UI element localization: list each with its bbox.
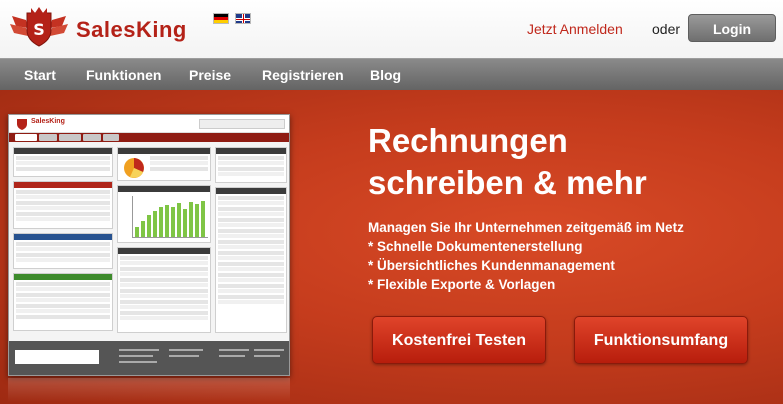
preview-panel-overdue	[13, 181, 113, 229]
preview-panel-top-customers	[117, 247, 211, 333]
brand-name: SalesKing	[76, 17, 187, 42]
nav-item-blog[interactable]: Blog	[370, 59, 401, 91]
hero-title-line2: schreiben & mehr	[368, 164, 647, 201]
feature-item: * Flexible Exporte & Vorlagen	[368, 277, 556, 292]
hero-section: SalesKing Rechnungen schreiben & mehr Ma…	[0, 90, 783, 404]
preview-panel-tags	[215, 147, 287, 183]
preview-header: SalesKing	[9, 115, 289, 133]
preview-nav	[9, 133, 289, 142]
feature-item: * Übersichtliches Kundenmanagement	[368, 258, 615, 273]
logo[interactable]: S SalesKing	[8, 6, 198, 48]
winged-shield-logo-icon: S	[10, 7, 68, 47]
nav-item-start[interactable]: Start	[24, 59, 56, 91]
try-free-button[interactable]: Kostenfrei Testen	[372, 316, 546, 364]
hero-subtitle: Managen Sie Ihr Unternehmen zeitgemäß im…	[368, 220, 684, 235]
hero-features: Managen Sie Ihr Unternehmen zeitgemäß im…	[368, 218, 684, 294]
features-button[interactable]: Funktionsumfang	[574, 316, 748, 364]
feature-item: * Schnelle Dokumentenerstellung	[368, 239, 583, 254]
preview-pie-icon	[124, 158, 144, 178]
preview-panel-open	[13, 233, 113, 269]
language-switcher	[213, 13, 251, 24]
hero-title-line1: Rechnungen	[368, 122, 568, 159]
preview-panel-chart	[117, 185, 211, 243]
preview-panel-activity	[215, 187, 287, 333]
preview-panel-summary	[117, 147, 211, 181]
nav-item-preise[interactable]: Preise	[189, 59, 231, 91]
preview-bar-chart	[132, 196, 208, 238]
nav-item-registrieren[interactable]: Registrieren	[262, 59, 344, 91]
preview-footer	[9, 341, 289, 375]
login-button[interactable]: Login	[688, 14, 776, 42]
or-text: oder	[652, 21, 681, 37]
svg-text:S: S	[33, 20, 45, 39]
preview-logo-icon	[17, 119, 27, 130]
hero-title: Rechnungen schreiben & mehr	[368, 120, 768, 204]
preview-panel-paid	[13, 273, 113, 331]
german-flag-icon[interactable]	[213, 13, 229, 24]
nav-item-funktionen[interactable]: Funktionen	[86, 59, 161, 91]
site-header: S SalesKing Jetzt Anmelden oder Login	[0, 0, 783, 58]
app-preview-image: SalesKing	[8, 114, 290, 376]
signup-link[interactable]: Jetzt Anmelden	[527, 21, 623, 37]
main-nav: Start Funktionen Preise Registrieren Blo…	[0, 58, 783, 90]
preview-panel-overview	[13, 147, 113, 177]
preview-brand: SalesKing	[31, 118, 65, 125]
uk-flag-icon[interactable]	[235, 13, 251, 24]
preview-reflection	[8, 378, 290, 402]
